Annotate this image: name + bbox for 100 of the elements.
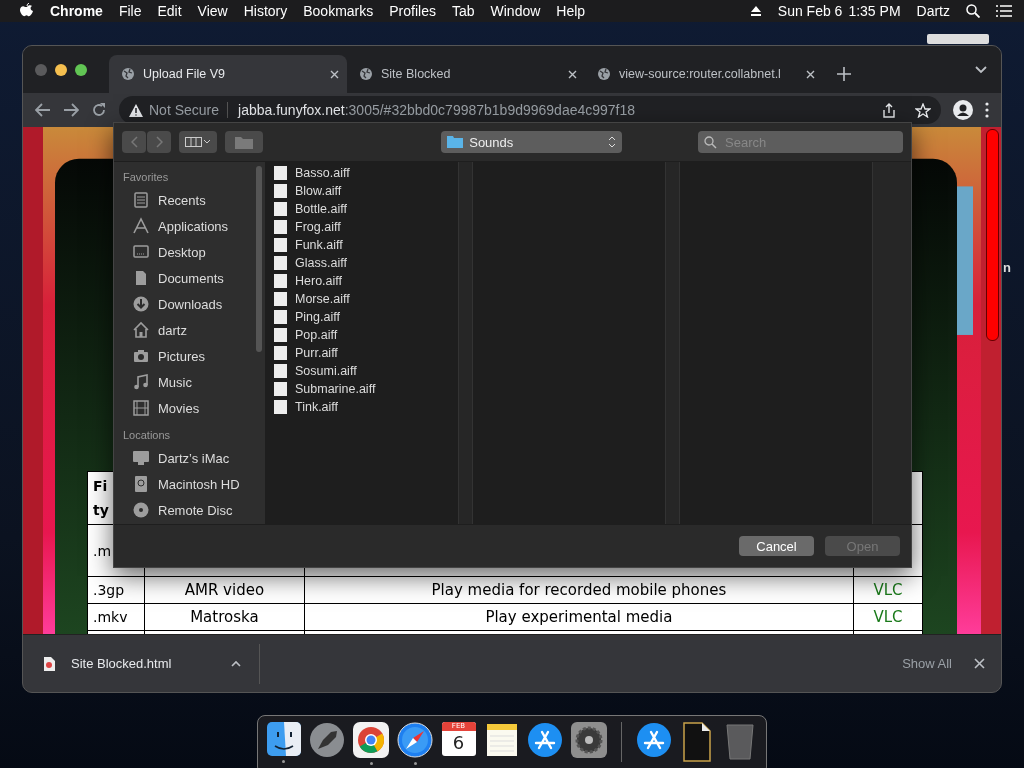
sidebar-heading: Favorites bbox=[123, 171, 170, 183]
star-icon[interactable] bbox=[915, 102, 931, 118]
view-mode-button[interactable] bbox=[179, 131, 218, 153]
menu-item[interactable]: Edit bbox=[157, 3, 182, 19]
list-entry[interactable]: Frog.aiff bbox=[266, 218, 458, 236]
close-icon[interactable] bbox=[974, 658, 985, 669]
compass-icon[interactable] bbox=[397, 722, 433, 758]
globe-icon bbox=[121, 67, 135, 81]
menu-item[interactable]: File bbox=[118, 3, 142, 19]
list-entry[interactable]: Pop.aiff bbox=[266, 326, 458, 344]
sidebar-item[interactable]: Recents bbox=[122, 187, 265, 213]
app-store-icon[interactable] bbox=[635, 722, 672, 758]
list-entry[interactable]: Tink.aiff bbox=[266, 398, 458, 416]
player-cell: VLC bbox=[853, 576, 923, 604]
table-cell: AMR video bbox=[144, 576, 305, 604]
more-menu-icon[interactable] bbox=[985, 102, 989, 118]
sound-icon bbox=[274, 166, 287, 180]
file-icon[interactable] bbox=[682, 722, 713, 762]
list-entry[interactable]: Bottle.aiff bbox=[266, 200, 458, 218]
download-icon bbox=[132, 295, 150, 313]
url-path: :3005/#32bbd0c79987b1b9d9969dae4c997f18 bbox=[344, 102, 637, 118]
sound-icon bbox=[274, 310, 287, 324]
sidebar-item[interactable]: dartz bbox=[122, 317, 265, 343]
list-entry[interactable]: Ping.aiff bbox=[266, 308, 458, 326]
sound-icon bbox=[274, 274, 287, 288]
sidebar-item[interactable]: Documents bbox=[122, 265, 265, 291]
clock-time[interactable]: 1:35 PM bbox=[848, 3, 901, 19]
menu-item[interactable]: Bookmarks bbox=[303, 3, 374, 19]
trash-icon[interactable] bbox=[725, 722, 756, 760]
browser-tab[interactable]: Upload File V9 bbox=[109, 55, 347, 93]
home-icon bbox=[132, 321, 150, 339]
menu-item[interactable]: View bbox=[197, 3, 228, 19]
sidebar-item[interactable]: Movies bbox=[122, 395, 265, 421]
gear-icon[interactable] bbox=[571, 722, 607, 758]
menu-item[interactable]: History bbox=[243, 3, 288, 19]
list-entry[interactable]: Submarine.aiff bbox=[266, 380, 458, 398]
list-entry[interactable]: Morse.aiff bbox=[266, 290, 458, 308]
profile-icon[interactable] bbox=[953, 100, 973, 120]
list-entry[interactable]: Basso.aiff bbox=[266, 164, 458, 182]
scrollbar-thumb[interactable] bbox=[986, 129, 999, 341]
eject-icon[interactable] bbox=[749, 5, 762, 17]
new-tab-icon[interactable] bbox=[837, 67, 851, 81]
security-label[interactable]: Not Secure bbox=[149, 102, 229, 118]
address-bar[interactable]: Not Secure jabba.funyfox.net:3005/#32bbd0c79987b1b9d9969dae4c997f18 bbox=[119, 96, 941, 124]
menu-item[interactable]: Tab bbox=[451, 3, 475, 19]
chevron-down-icon[interactable] bbox=[975, 65, 987, 74]
sidebar-item[interactable]: Pictures bbox=[122, 343, 265, 369]
app-menu[interactable]: Chrome bbox=[50, 3, 103, 19]
show-all-link[interactable]: Show All bbox=[902, 656, 952, 671]
chevron-left-icon bbox=[130, 136, 138, 148]
back-icon[interactable] bbox=[35, 103, 51, 117]
zoom-window-button[interactable] bbox=[75, 63, 87, 76]
app-store-icon[interactable] bbox=[527, 722, 563, 758]
menu-item[interactable]: Profiles bbox=[389, 3, 436, 19]
sidebar-item[interactable]: Downloads bbox=[122, 291, 265, 317]
list-entry[interactable]: Sosumi.aiff bbox=[266, 362, 458, 380]
menu-item[interactable]: Help bbox=[556, 3, 586, 19]
sidebar-item[interactable]: Desktop bbox=[122, 239, 265, 265]
list-entry[interactable]: Hero.aiff bbox=[266, 272, 458, 290]
list-icon bbox=[132, 191, 150, 209]
dialog-button[interactable]: Cancel bbox=[739, 536, 814, 556]
close-tab-icon[interactable] bbox=[806, 69, 815, 79]
share-icon[interactable] bbox=[883, 102, 895, 118]
user-name[interactable]: Dartz bbox=[916, 3, 950, 19]
sound-icon bbox=[274, 256, 287, 270]
caret-up-icon[interactable] bbox=[231, 660, 241, 667]
list-entry[interactable]: Funk.aiff bbox=[266, 236, 458, 254]
reload-icon[interactable] bbox=[91, 102, 107, 118]
minimize-window-button[interactable] bbox=[55, 63, 67, 76]
sidebar-item[interactable]: Applications bbox=[122, 213, 265, 239]
clock-date[interactable]: Sun Feb 6 bbox=[777, 3, 843, 19]
sound-icon bbox=[274, 346, 287, 360]
notepad-icon[interactable] bbox=[484, 722, 519, 758]
sound-icon bbox=[274, 238, 287, 252]
browser-tab[interactable]: Site Blocked bbox=[347, 55, 585, 93]
finder-face-icon[interactable] bbox=[266, 722, 301, 756]
scrollbar-thumb[interactable] bbox=[256, 166, 262, 352]
chrome-icon[interactable] bbox=[353, 722, 389, 758]
close-tab-icon[interactable] bbox=[330, 69, 339, 79]
browser-tab[interactable]: view-source:router.collabnet.l bbox=[585, 55, 823, 93]
list-entry[interactable]: Purr.aiff bbox=[266, 344, 458, 362]
table-cell: Matroska bbox=[144, 603, 305, 631]
forward-icon[interactable] bbox=[63, 103, 79, 117]
sidebar-item[interactable]: Dartz’s iMac bbox=[122, 445, 265, 471]
menu-item[interactable]: Window bbox=[490, 3, 541, 19]
url-host: jabba.funyfox.net bbox=[238, 102, 345, 118]
extension-cell: .3gp bbox=[87, 576, 145, 604]
list-icon[interactable] bbox=[996, 5, 1012, 17]
search-icon[interactable] bbox=[966, 4, 980, 18]
apple-logo-icon[interactable] bbox=[20, 3, 34, 19]
new-folder-button[interactable] bbox=[225, 131, 264, 153]
columns-icon bbox=[185, 137, 212, 147]
sound-icon bbox=[274, 220, 287, 234]
download-file-name[interactable]: Site Blocked.html bbox=[71, 656, 215, 671]
list-entry[interactable]: Glass.aiff bbox=[266, 254, 458, 272]
disc-icon bbox=[132, 501, 150, 519]
list-entry[interactable]: Blow.aiff bbox=[266, 182, 458, 200]
location-popup[interactable]: Sounds bbox=[441, 131, 622, 153]
sidebar-item[interactable]: Music bbox=[122, 369, 265, 395]
close-tab-icon[interactable] bbox=[568, 69, 577, 79]
